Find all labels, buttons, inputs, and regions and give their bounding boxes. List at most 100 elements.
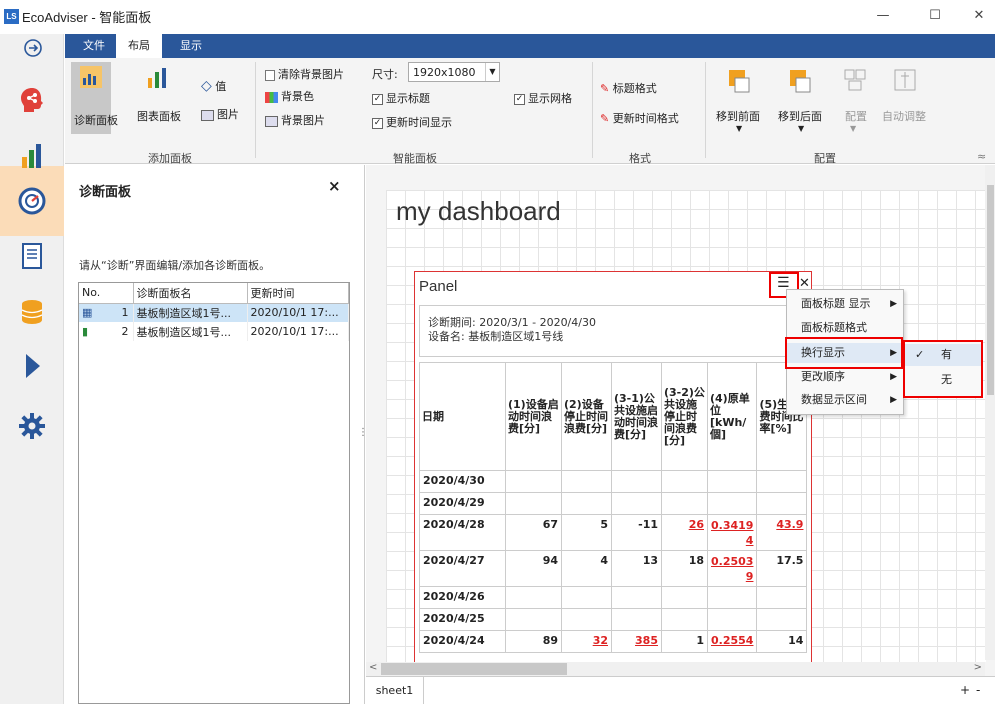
value-button[interactable]: ◇ 值 [201,78,226,94]
gauge-icon[interactable] [16,185,48,217]
cell-value [505,492,562,515]
collapse-ribbon-icon[interactable]: ≈ [977,150,986,163]
menu-item-data-range[interactable]: 数据显示区间 ▶ [787,390,905,410]
table-row[interactable]: ▮ 2 基板制造区域1号... 2020/10/1 17:... [79,322,349,341]
cell-date: 2020/4/29 [419,492,506,515]
send-back-button[interactable]: 移到后面 [778,108,822,124]
title-format-label: 标题格式 [612,82,657,95]
chevron-down-icon: ▼ [485,63,499,81]
dashboard-panel[interactable]: Panel 诊断期间: 2020/3/1 - 2020/4/30 设备名: 基板… [414,271,812,663]
close-icon[interactable]: × [328,177,341,195]
menu-item-label: 面板标题格式 [801,321,867,334]
col-header: (3-1)公共设施启动时间浪费[分] [611,362,662,471]
line-wrap-submenu: ✓ 有 无 [903,340,983,398]
database-icon[interactable] [16,296,48,328]
cell-value [706,586,758,609]
grid-table-icon: ▦ [82,306,93,320]
scroll-right-icon[interactable]: > [974,662,982,673]
chevron-down-icon[interactable]: ▼ [850,124,856,133]
diagnostic-panel-pane: 诊断面板 × 请从“诊断”界面编辑/添加各诊断面板。 No. 诊断面板名 更新时… [65,165,368,704]
update-time-format-label: 更新时间格式 [612,112,679,125]
table-row: 2020/4/30 [419,470,808,493]
cell-value [706,608,758,631]
auto-adjust-button[interactable]: 自动调整 [882,108,926,124]
tab-layout[interactable]: 布局 [116,34,162,58]
size-dropdown[interactable]: 1920x1080 ▼ [408,62,500,82]
scroll-left-icon[interactable]: < [369,662,377,673]
diagnostic-panel-button[interactable]: 诊断面板 [71,62,118,134]
expand-arrow-icon[interactable] [22,37,44,59]
show-update-time-checkbox[interactable]: ✓ 更新时间显示 [372,114,452,130]
horizontal-scroll-thumb[interactable] [381,663,567,675]
brain-share-icon[interactable] [16,84,48,116]
sheet-tab[interactable]: sheet1 [366,677,424,704]
bg-color-button[interactable]: 背景色 [265,88,314,104]
vertical-scroll-thumb[interactable] [987,185,994,395]
minimize-button[interactable]: — [868,6,898,26]
col-header-time[interactable]: 更新时间 [247,283,349,304]
bar-chart-icon: ▮ [82,325,89,338]
col-header: (1)设备启动时间浪费[分] [505,362,562,471]
row-name: 基板制造区域1号... [133,322,248,341]
size-value: 1920x1080 [413,66,476,79]
submenu-item-yes[interactable]: ✓ 有 [905,344,981,366]
title-format-button[interactable]: ✎ 标题格式 [600,80,657,96]
cell-value [505,586,562,609]
cell-value: 43.9 [756,514,808,551]
submenu-item-no[interactable]: 无 [905,369,981,391]
chart-panel-button[interactable]: 图表面板 [137,108,181,124]
show-grid-label: 显示网格 [528,92,572,105]
send-back-icon [790,70,811,93]
close-window-button[interactable]: ✕ [964,6,994,26]
show-grid-checkbox[interactable]: ✓ 显示网格 [514,90,572,106]
remove-sheet-icon[interactable]: - [976,683,980,697]
maximize-button[interactable]: ☐ [920,6,950,26]
chevron-down-icon[interactable]: ▼ [798,124,804,133]
title-bar: LS EcoAdviser - 智能面板 — ☐ ✕ [0,0,995,34]
add-sheet-icon[interactable]: + [960,683,970,697]
cell-value: 0.25039 [706,550,758,587]
table-row[interactable]: ▦ 1 基板制造区域1号... 2020/10/1 17:... [79,303,349,322]
cell-date: 2020/4/24 [419,630,506,653]
cell-value [661,608,708,631]
tab-display[interactable]: 显示 [168,34,214,58]
window-title: EcoAdviser - 智能面板 [22,10,152,25]
menu-item-change-order[interactable]: 更改顺序 ▶ [787,367,905,387]
menu-item-title-display[interactable]: 面板标题 显示 ▶ [787,294,905,314]
col-header: (2)设备停止时间浪费[分] [561,362,612,471]
bg-image-button[interactable]: 背景图片 [265,112,325,128]
size-label: 尺寸: [372,68,398,81]
cell-value [661,492,708,515]
col-header: (4)原单位[kWh/個] [706,362,758,471]
tab-file[interactable]: 文件 [71,34,117,58]
document-icon[interactable] [16,240,48,272]
cell-date: 2020/4/30 [419,470,506,493]
menu-item-label: 更改顺序 [801,370,845,383]
cell-value [561,492,612,515]
chevron-right-icon: ▶ [890,395,897,405]
play-arrow-icon[interactable] [16,350,48,382]
col-header-name[interactable]: 诊断面板名 [133,283,248,304]
menu-item-title-format[interactable]: 面板标题格式 [787,318,905,338]
clear-bg-image-label: 清除背景图片 [278,68,344,81]
cell-value [505,608,562,631]
device-name: 设备名: 基板制造区域1号线 [428,330,564,343]
update-time-format-button[interactable]: ✎ 更新时间格式 [600,110,679,126]
chevron-down-icon[interactable]: ▼ [736,124,742,133]
bar-chart-icon[interactable] [16,140,48,172]
cell-date: 2020/4/28 [419,514,506,551]
chevron-right-icon: ▶ [890,372,897,382]
image-button[interactable]: 图片 [201,106,239,122]
cell-value [505,470,562,493]
col-header-no[interactable]: No. [79,283,134,304]
show-title-checkbox[interactable]: ✓ 显示标题 [372,90,430,106]
layout-button[interactable]: 配置 [845,108,867,124]
cell-value [611,608,662,631]
ribbon-panel: 诊断面板 图表面板 ◇ 值 图片 添加面板 清除背景图片 背景色 背景图片 尺寸… [65,58,995,165]
panel-info-box: 诊断期间: 2020/3/1 - 2020/4/30 设备名: 基板制造区域1号… [419,305,807,357]
chevron-right-icon: ▶ [890,299,897,309]
bring-front-button[interactable]: 移到前面 [716,108,760,124]
clear-bg-image-button[interactable]: 清除背景图片 [265,66,344,82]
cell-value: 4 [561,550,612,587]
settings-gear-icon[interactable] [16,410,48,442]
